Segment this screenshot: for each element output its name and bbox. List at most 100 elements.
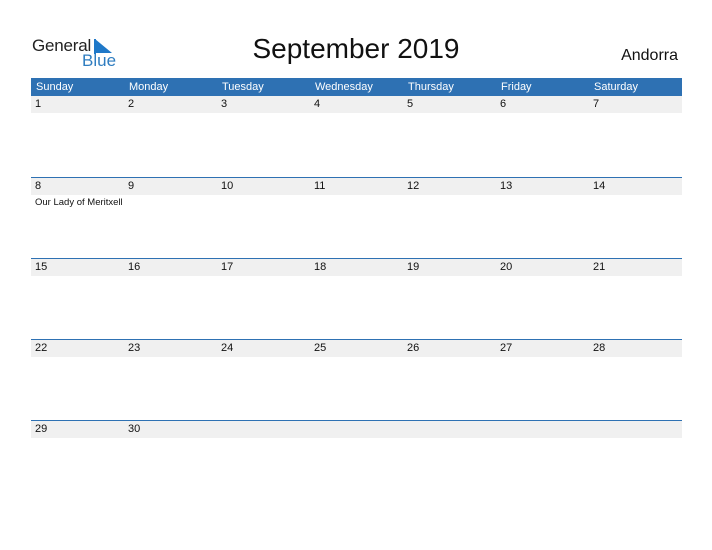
holiday-event [403, 276, 496, 277]
day-cell: 27 [496, 340, 589, 357]
weekday-header: Sunday Monday Tuesday Wednesday Thursday… [31, 78, 682, 96]
holiday-event [403, 113, 496, 114]
calendar-week-row: 8 9 10 11 12 13 14 Our Lady of Meritxell [31, 177, 682, 258]
day-number: 13 [500, 180, 513, 192]
day-number: 25 [314, 342, 327, 354]
weekday-sunday: Sunday [36, 81, 74, 93]
day-number: 18 [314, 261, 327, 273]
country-label: Andorra [621, 47, 678, 64]
holiday-event [31, 276, 124, 277]
day-number: 12 [407, 180, 420, 192]
day-cell: 2 [124, 96, 217, 113]
holiday-event [496, 113, 589, 114]
day-number: 10 [221, 180, 234, 192]
holiday-event [310, 438, 403, 439]
holiday-event [496, 276, 589, 277]
holiday-event [589, 438, 682, 439]
day-cell: 19 [403, 259, 496, 276]
day-number: 21 [593, 261, 606, 273]
calendar-week-row: 1 2 3 4 5 6 7 [31, 96, 682, 177]
holiday-event [589, 357, 682, 358]
holiday-event [496, 438, 589, 439]
day-number: 2 [128, 98, 135, 110]
day-cell: 25 [310, 340, 403, 357]
day-cell [589, 421, 682, 438]
day-number: 11 [314, 180, 326, 192]
day-number: 24 [221, 342, 234, 354]
day-cell [403, 421, 496, 438]
events-row [31, 357, 682, 358]
holiday-event [310, 195, 403, 209]
day-number: 15 [35, 261, 48, 273]
day-number: 8 [35, 180, 42, 192]
day-number: 16 [128, 261, 141, 273]
day-number: 19 [407, 261, 420, 273]
day-cell [496, 421, 589, 438]
day-cell: 10 [217, 178, 310, 195]
day-cell [310, 421, 403, 438]
holiday-event [31, 357, 124, 358]
calendar-week-row: 15 16 17 18 19 20 21 [31, 258, 682, 339]
holiday-event [403, 195, 496, 209]
holiday-event [403, 357, 496, 358]
events-row [31, 113, 682, 114]
day-cell: 28 [589, 340, 682, 357]
holiday-event [124, 113, 217, 114]
holiday-event [589, 195, 682, 209]
day-number: 17 [221, 261, 234, 273]
holiday-event [217, 438, 310, 439]
day-cell: 18 [310, 259, 403, 276]
day-cell: 24 [217, 340, 310, 357]
day-number: 3 [221, 98, 228, 110]
holiday-event [403, 438, 496, 439]
day-number: 14 [593, 180, 606, 192]
holiday-event [589, 276, 682, 277]
holiday-event [496, 357, 589, 358]
day-cell: 8 [31, 178, 124, 195]
day-cell: 3 [217, 96, 310, 113]
holiday-event [124, 438, 217, 439]
day-cell: 4 [310, 96, 403, 113]
holiday-event [310, 113, 403, 114]
day-cell: 1 [31, 96, 124, 113]
holiday-event [124, 357, 217, 358]
events-row: Our Lady of Meritxell [31, 195, 682, 209]
weekday-wednesday: Wednesday [315, 81, 373, 93]
day-number: 30 [128, 423, 141, 435]
day-number: 4 [314, 98, 321, 110]
holiday-event [124, 195, 217, 209]
day-number: 5 [407, 98, 414, 110]
weekday-tuesday: Tuesday [222, 81, 264, 93]
day-cell [217, 421, 310, 438]
day-cell: 9 [124, 178, 217, 195]
holiday-event [589, 113, 682, 114]
day-cell: 15 [31, 259, 124, 276]
day-cell: 20 [496, 259, 589, 276]
weekday-friday: Friday [501, 81, 532, 93]
day-number: 28 [593, 342, 606, 354]
date-number-row: 15 16 17 18 19 20 21 [31, 259, 682, 276]
day-cell: 6 [496, 96, 589, 113]
weekday-saturday: Saturday [594, 81, 639, 93]
day-cell: 11 [310, 178, 403, 195]
holiday-event [310, 357, 403, 358]
day-number: 27 [500, 342, 513, 354]
day-cell: 13 [496, 178, 589, 195]
day-cell: 22 [31, 340, 124, 357]
holiday-event [217, 113, 310, 114]
day-number: 6 [500, 98, 507, 110]
day-cell: 26 [403, 340, 496, 357]
day-cell: 30 [124, 421, 217, 438]
day-number: 7 [593, 98, 600, 110]
day-number: 9 [128, 180, 135, 192]
day-cell: 5 [403, 96, 496, 113]
day-number: 23 [128, 342, 141, 354]
date-number-row: 29 30 [31, 421, 682, 438]
date-number-row: 8 9 10 11 12 13 14 [31, 178, 682, 195]
day-number: 1 [35, 98, 42, 110]
events-row [31, 276, 682, 277]
holiday-event [31, 113, 124, 114]
calendar-title: September 2019 [252, 33, 460, 64]
events-row [31, 438, 682, 439]
weekday-monday: Monday [129, 81, 169, 93]
